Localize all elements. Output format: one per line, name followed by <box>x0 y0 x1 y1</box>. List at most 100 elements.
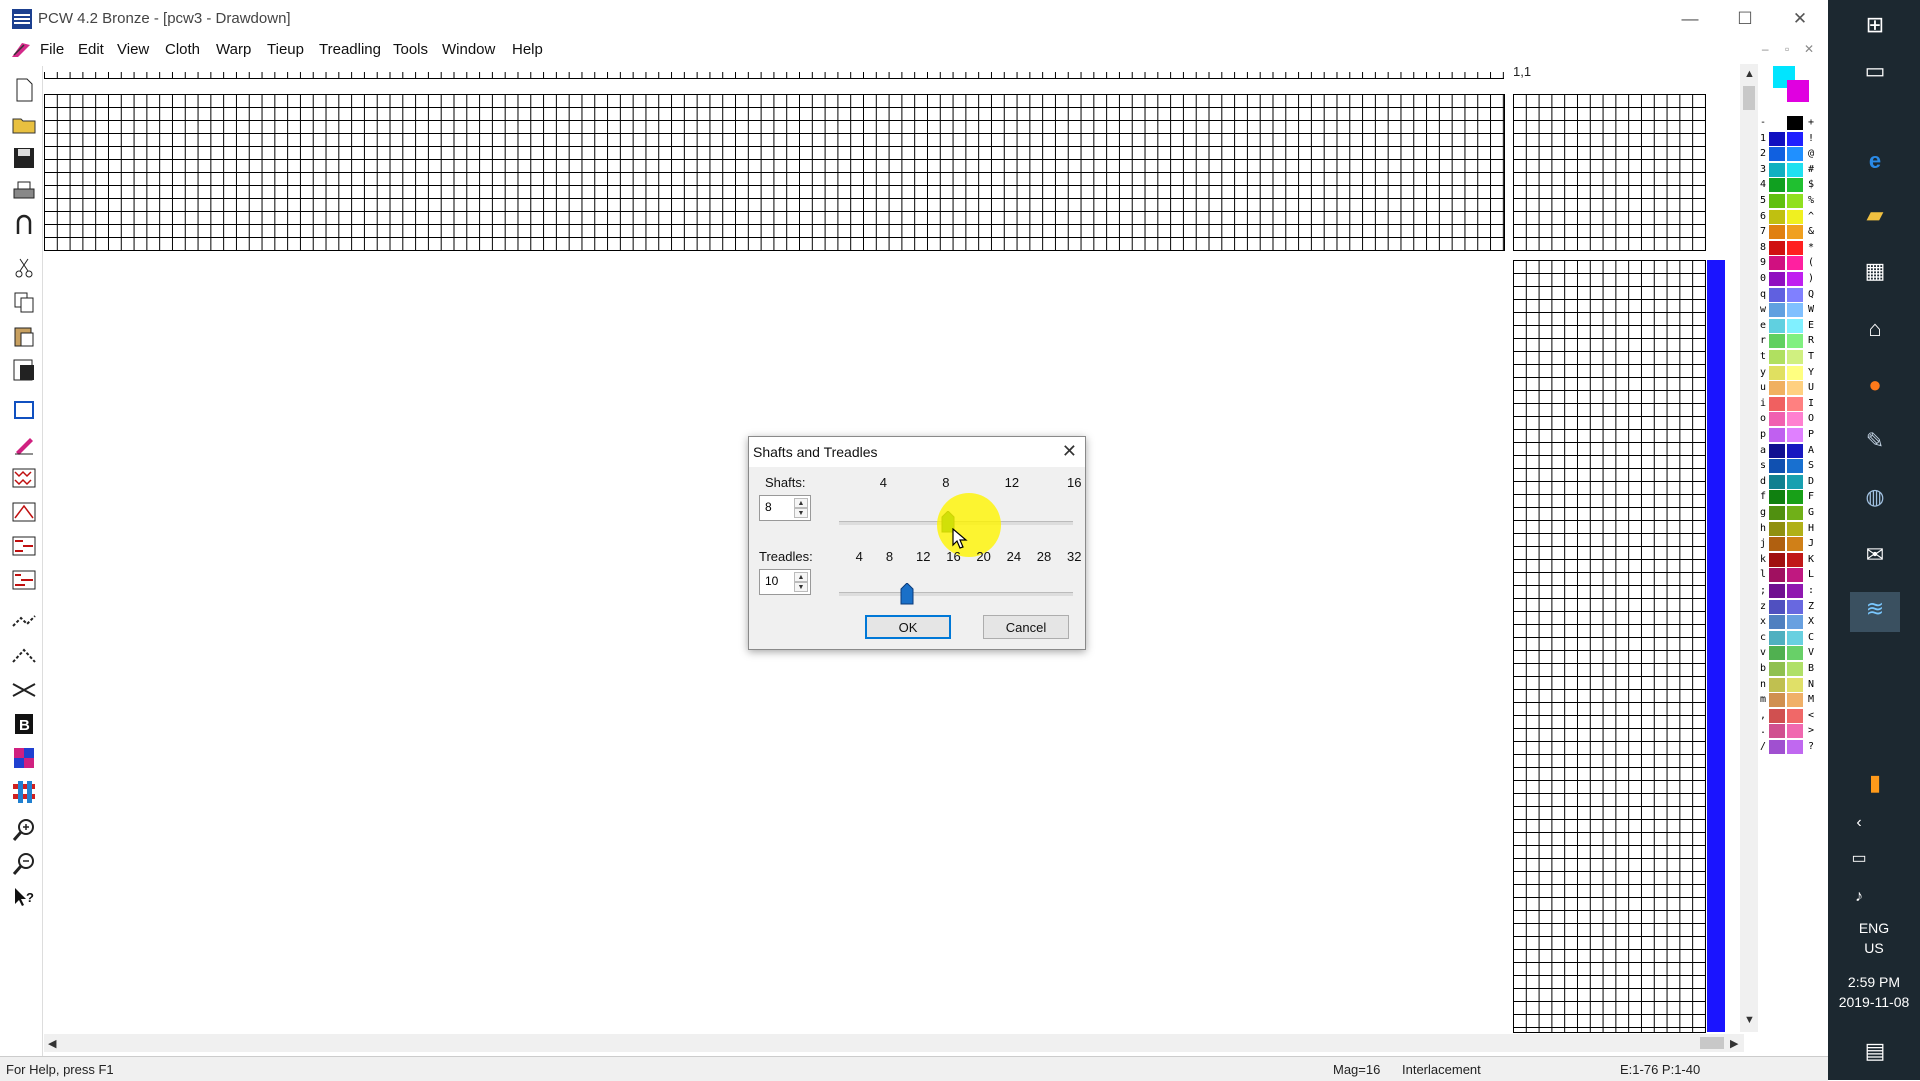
select-rectangle-icon[interactable] <box>10 396 38 424</box>
palette-swatch[interactable] <box>1769 428 1785 442</box>
mdi-close-button[interactable]: ✕ <box>1800 41 1818 57</box>
zoom-out-icon[interactable] <box>10 850 38 878</box>
palette-swatch[interactable] <box>1787 599 1803 614</box>
color-weave-icon[interactable] <box>10 744 38 772</box>
treadles-up-icon[interactable]: ▲ <box>794 572 808 582</box>
palette-swatch[interactable] <box>1769 303 1785 318</box>
palette-swatch[interactable] <box>1787 350 1803 364</box>
palette-swatch[interactable] <box>1787 708 1803 723</box>
palette-swatch[interactable] <box>1787 662 1803 676</box>
new-file-icon[interactable] <box>10 76 38 104</box>
windows-start-icon[interactable]: ⊞ <box>1858 8 1892 42</box>
palette-swatch[interactable] <box>1769 443 1785 458</box>
straight-draw-icon[interactable] <box>10 532 38 560</box>
action-center-icon[interactable]: ▤ <box>1858 1034 1892 1068</box>
language-indicator[interactable]: ENG <box>1828 920 1920 936</box>
stretch-horizontal-icon[interactable] <box>10 608 38 636</box>
palette-swatch[interactable] <box>1787 303 1803 318</box>
palette-swatch[interactable] <box>1787 178 1803 193</box>
palette-swatch[interactable] <box>1769 365 1785 380</box>
shafts-value[interactable]: 8 <box>765 500 772 514</box>
palette-swatch[interactable] <box>1787 412 1803 427</box>
palette-swatch[interactable] <box>1769 693 1785 708</box>
maximize-button[interactable]: ☐ <box>1725 6 1765 32</box>
treadles-value[interactable]: 10 <box>765 574 778 588</box>
scroll-left-icon[interactable]: ◀ <box>48 1037 56 1050</box>
palette-swatch[interactable] <box>1787 116 1803 130</box>
ok-button[interactable]: OK <box>865 615 951 639</box>
palette-swatch[interactable] <box>1769 131 1785 146</box>
palette-swatch[interactable] <box>1769 256 1785 271</box>
palette-swatch[interactable] <box>1787 615 1803 630</box>
palette-swatch[interactable] <box>1787 162 1803 177</box>
palette-swatch[interactable] <box>1787 630 1803 645</box>
paint-app-icon[interactable]: ◍ <box>1858 480 1892 514</box>
scroll-up-icon[interactable]: ▲ <box>1744 68 1755 80</box>
palette-swatch[interactable] <box>1769 116 1785 130</box>
home-icon[interactable]: ⌂ <box>1858 312 1892 346</box>
menu-warp[interactable]: Warp <box>216 41 251 58</box>
twill-icon[interactable] <box>10 464 38 492</box>
paste-icon[interactable] <box>10 322 38 350</box>
treadles-slider-thumb[interactable] <box>900 582 914 608</box>
palette-swatch[interactable] <box>1787 568 1803 583</box>
palette-swatch[interactable] <box>1787 396 1803 411</box>
dialog-close-button[interactable]: ✕ <box>1062 441 1077 462</box>
palette-swatch[interactable] <box>1769 209 1785 224</box>
menu-view[interactable]: View <box>117 41 149 58</box>
palette-swatch[interactable] <box>1769 615 1785 630</box>
palette-swatch[interactable] <box>1787 506 1803 520</box>
palette-swatch[interactable] <box>1769 724 1785 739</box>
palette-swatch[interactable] <box>1787 490 1803 505</box>
file-explorer-icon[interactable]: ▰ <box>1858 198 1892 232</box>
pcw-taskbar-icon[interactable]: ≋ <box>1850 592 1900 632</box>
stretch-vertical-icon[interactable] <box>10 642 38 670</box>
palette-swatch[interactable] <box>1769 708 1785 723</box>
palette-swatch[interactable] <box>1787 552 1803 567</box>
palette-swatch[interactable] <box>1769 381 1785 396</box>
palette-swatch[interactable] <box>1787 287 1803 302</box>
shafts-spinbox[interactable]: 8 ▲ ▼ <box>759 495 811 521</box>
save-icon[interactable] <box>10 144 38 172</box>
scroll-right-icon[interactable]: ▶ <box>1730 1037 1738 1050</box>
palette-swatch[interactable] <box>1769 662 1785 676</box>
horizontal-scrollbar[interactable]: ◀ ▶ <box>44 1034 1744 1052</box>
treadling-grid[interactable] <box>1513 260 1706 1033</box>
palette-swatch[interactable] <box>1769 537 1785 552</box>
menu-tools[interactable]: Tools <box>393 41 428 58</box>
battery-icon[interactable]: ▭ <box>1842 842 1876 876</box>
volume-icon[interactable]: ♪ <box>1842 880 1876 914</box>
treadles-slider-track[interactable] <box>839 592 1073 596</box>
block-substitute-icon[interactable] <box>10 676 38 704</box>
cancel-button[interactable]: Cancel <box>983 615 1069 639</box>
bold-icon[interactable]: B <box>10 710 38 738</box>
palette-swatch[interactable] <box>1769 194 1785 208</box>
palette-swatch[interactable] <box>1787 521 1803 536</box>
mail-icon[interactable]: ✉ <box>1858 538 1892 572</box>
pinned-app-icon[interactable]: ✎ <box>1858 424 1892 458</box>
palette-swatch[interactable] <box>1769 646 1785 661</box>
palette-swatch[interactable] <box>1769 552 1785 567</box>
cut-icon[interactable] <box>10 254 38 282</box>
palette-swatch[interactable] <box>1769 490 1785 505</box>
palette-swatch[interactable] <box>1787 318 1803 333</box>
undo-icon[interactable] <box>10 212 38 240</box>
palette-swatch[interactable] <box>1787 693 1803 708</box>
palette-swatch[interactable] <box>1769 459 1785 474</box>
pencil-icon[interactable] <box>10 430 38 458</box>
vertical-scrollbar[interactable]: ▲ ▼ <box>1740 64 1758 1032</box>
palette-swatch[interactable] <box>1769 740 1785 754</box>
palette-swatch[interactable] <box>1787 646 1803 661</box>
paste-special-icon[interactable] <box>10 356 38 384</box>
palette-swatch[interactable] <box>1787 147 1803 162</box>
scroll-down-icon[interactable]: ▼ <box>1744 1014 1755 1026</box>
notification-app-icon[interactable]: ▮ <box>1858 766 1892 800</box>
palette-swatch[interactable] <box>1787 334 1803 349</box>
palette-swatch[interactable] <box>1769 350 1785 364</box>
palette-swatch[interactable] <box>1769 287 1785 302</box>
palette-swatch[interactable] <box>1787 584 1803 598</box>
palette-swatch[interactable] <box>1769 334 1785 349</box>
palette-swatch[interactable] <box>1787 381 1803 396</box>
palette-swatch[interactable] <box>1787 428 1803 442</box>
pcw-logo-icon[interactable] <box>10 41 32 59</box>
